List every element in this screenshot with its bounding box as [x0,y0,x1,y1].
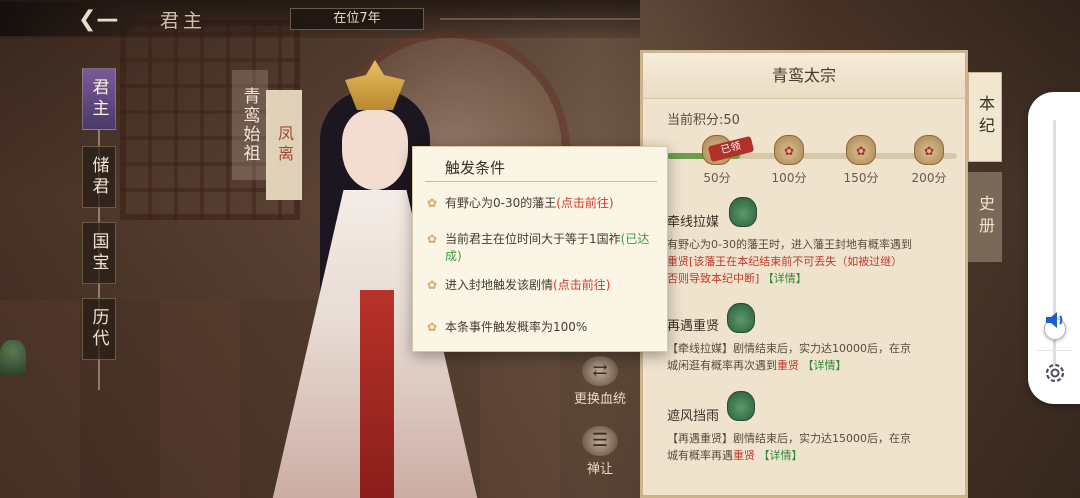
nav-item-label: 国宝 [88,232,109,274]
nav-item-monarch[interactable]: 君主 [82,68,116,130]
character-crown [345,60,405,110]
condition-text: 本条事件触发概率为100% [445,320,588,334]
tab-history[interactable]: 史册 [968,172,1002,262]
abdicate-label: 禅让 [586,462,613,477]
nav-item-treasure[interactable]: 国宝 [82,222,116,284]
nav-item-dynasty[interactable]: 历代 [82,298,116,360]
event-details-link[interactable]: 【详情】 [763,272,807,285]
milestone-label: 150分 [843,171,879,185]
condition-text: 当前君主在位时间大于等于1国祚 [445,232,621,246]
reward-bag-icon: ✿ [774,135,804,165]
event-desc-text: 有野心为0-30的藩王时，进入藩王封地有概率遇到 [667,238,912,251]
abdicate-button[interactable]: ☰ 禅让 [564,426,636,477]
event-item: 再遇重贤 【牵线拉媒】剧情结束后，实力达10000后，在京 城闲逛有概率再次遇到… [667,315,963,374]
event-reward-icon [727,391,755,421]
event-details-link[interactable]: 【详情】 [803,359,847,372]
tab-annals-label: 本纪 [976,95,995,139]
event-desc-highlight: 否则导致本纪中断] [667,272,760,285]
score-text: 当前积分:50 [667,113,740,128]
event-details-link[interactable]: 【详情】 [759,449,803,462]
flower-bullet-icon: ✿ [427,196,438,210]
character-name-banner: 凤离 [266,90,302,200]
event-desc-highlight: 重贤 [777,359,799,372]
milestone-reward[interactable]: ✿ 100分 [767,135,811,186]
tab-annals[interactable]: 本纪 [968,72,1002,162]
nav-item-label: 历代 [88,308,109,350]
trigger-conditions-popup: 触发条件 ✿ 有野心为0-30的藩王(点击前往) ✿ 当前君主在位时间大于等于1… [412,146,668,352]
event-desc-text: 城有概率再遇 [667,449,733,462]
lord-title-banner: 青鸾始祖 [232,70,268,180]
panel-title: 青鸾太宗 [643,53,965,99]
reign-badge: 在位7年 [290,8,424,30]
event-item: 遮风挡雨 【再遇重贤】剧情结束后，实力达15000后，在京 城有概率再遇重贤 【… [667,405,963,464]
milestone-reward[interactable]: ✿ 150分 [839,135,883,186]
gear-icon[interactable] [1042,360,1068,386]
event-reward-icon [729,197,757,227]
annals-panel: 青鸾太宗 当前积分:50 ✿ 50分 已领 ✿ 100分 ✿ 150分 ✿ 20… [640,50,968,498]
reward-bag-icon: ✿ [846,135,876,165]
swap-icon: ⇄ [582,356,618,386]
condition-item: ✿ 进入封地触发该剧情(点击前往) [427,277,659,294]
header-divider [440,18,640,20]
condition-item: ✿ 本条事件触发概率为100% [427,319,659,336]
event-desc-text: 【牵线拉媒】剧情结束后，实力达10000后，在京 [667,342,911,355]
scroll-icon: ☰ [582,426,618,456]
condition-text: 进入封地触发该剧情 [445,278,554,292]
event-desc-text: 【再遇重贤】剧情结束后，实力达15000后，在京 [667,432,911,445]
event-desc-highlight: 重贤 [733,449,755,462]
condition-goto-link[interactable]: (点击前往) [553,278,610,292]
condition-goto-link[interactable]: (点击前往) [556,196,613,210]
condition-item: ✿ 有野心为0-30的藩王(点击前往) [427,195,659,212]
event-reward-icon [727,303,755,333]
change-lineage-button[interactable]: ⇄ 更换血统 [564,356,636,407]
event-desc-highlight: 重贤[该藩王在本纪结束前不可丢失（如被过继） [667,255,903,268]
page-title: 君主 [160,10,207,32]
nav-item-label: 储君 [88,156,109,198]
change-lineage-label: 更换血统 [573,392,626,407]
popup-divider [425,181,657,182]
character-face [342,110,408,190]
condition-text: 有野心为0-30的藩王 [445,196,557,210]
event-title: 牵线拉媒 [667,215,720,230]
condition-text-wrap: 进入封地触发该剧情(点击前往) [445,277,610,294]
volume-divider [1036,350,1072,351]
reward-bag-icon: ✿ [914,135,944,165]
event-description: 【牵线拉媒】剧情结束后，实力达10000后，在京 城闲逛有概率再次遇到重贤 【详… [667,340,963,374]
milestone-label: 50分 [703,171,731,185]
flower-bullet-icon: ✿ [427,232,438,246]
flower-bullet-icon: ✿ [427,320,438,334]
nav-item-heir[interactable]: 储君 [82,146,116,208]
tab-history-label: 史册 [976,195,995,239]
milestone-label: 200分 [911,171,947,185]
back-arrow-icon: ❮— [78,7,119,32]
event-title: 再遇重贤 [667,319,720,334]
event-title: 遮风挡雨 [667,409,720,424]
condition-text-wrap: 当前君主在位时间大于等于1国祚(已达成) [445,231,659,265]
event-description: 【再遇重贤】剧情结束后，实力达15000后，在京 城有概率再遇重贤 【详情】 [667,430,963,464]
milestone-reward[interactable]: ✿ 200分 [907,135,951,186]
speaker-icon[interactable] [1044,310,1066,330]
condition-item: ✿ 当前君主在位时间大于等于1国祚(已达成) [427,231,659,265]
milestone-label: 100分 [771,171,807,185]
potted-plant [0,340,26,376]
event-desc-text: 城闲逛有概率再次遇到 [667,359,777,372]
flower-bullet-icon: ✿ [427,278,438,292]
condition-text-wrap: 有野心为0-30的藩王(点击前往) [445,195,614,212]
back-button[interactable]: ❮— [0,2,140,36]
event-description: 有野心为0-30的藩王时，进入藩王封地有概率遇到 重贤[该藩王在本纪结束前不可丢… [667,236,963,287]
event-item: 牵线拉媒 有野心为0-30的藩王时，进入藩王封地有概率遇到 重贤[该藩王在本纪结… [667,211,963,287]
character-sash [360,290,394,498]
popup-title: 触发条件 [445,159,506,177]
volume-panel [1028,92,1080,404]
nav-item-label: 君主 [88,78,109,120]
